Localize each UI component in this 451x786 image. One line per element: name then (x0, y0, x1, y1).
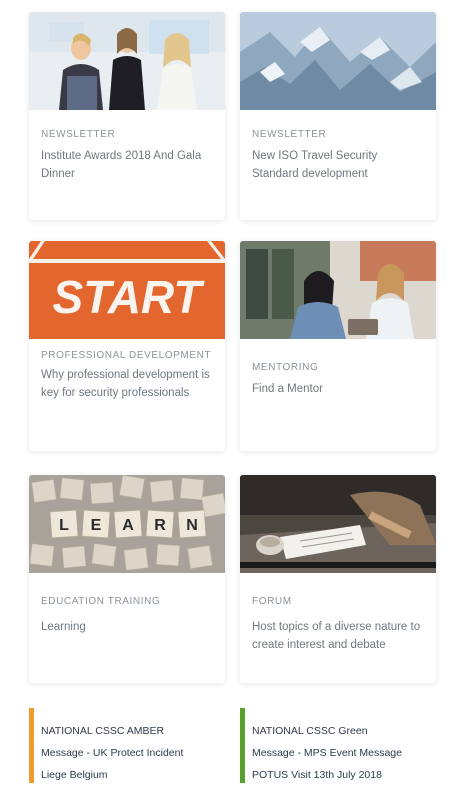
news-card-mentoring[interactable]: MENTORING Find a Mentor (240, 241, 436, 451)
learn-tile-letter: A (122, 517, 134, 534)
awards-photo-image (29, 12, 225, 110)
alert-green[interactable]: NATIONAL CSSC Green Message - MPS Event … (240, 708, 430, 783)
forum-photo[interactable] (240, 475, 436, 573)
learn-tiles-image: LEARN (29, 475, 225, 573)
news-card-forum[interactable]: FORUM Host topics of a diverse nature to… (240, 475, 436, 683)
news-card-professional-development[interactable]: START PROFESSIONAL DEVELOPMENT Why profe… (29, 241, 225, 451)
learn-tile-letter: N (186, 517, 198, 534)
alert-green-bar (240, 708, 245, 783)
alert-amber-bar (29, 708, 34, 783)
card-title[interactable]: Learning (41, 618, 213, 636)
alert-line: Message - MPS Event Message (252, 747, 402, 759)
learn-tile-letter: L (59, 517, 69, 534)
news-grid: NEWSLETTER Institute Awards 2018 And Gal… (0, 0, 451, 785)
card-title[interactable]: Host topics of a diverse nature to creat… (252, 618, 424, 654)
alert-line: NATIONAL CSSC AMBER (41, 725, 165, 737)
start-image-text: START (52, 271, 205, 323)
card-category: EDUCATION TRAINING (41, 596, 161, 607)
mentoring-image (240, 241, 436, 339)
card-title[interactable]: Why professional development is key for … (41, 366, 213, 402)
alert-amber[interactable]: NATIONAL CSSC AMBER Message - UK Protect… (29, 708, 219, 783)
card-category: NEWSLETTER (41, 129, 116, 140)
start-track-image: START (29, 241, 225, 339)
start-track-photo[interactable]: START (29, 241, 225, 339)
card-category: NEWSLETTER (252, 129, 327, 140)
iso-travel-photo[interactable] (240, 12, 436, 110)
card-title[interactable]: New ISO Travel Security Standard develop… (252, 147, 424, 183)
alert-line: Message - UK Protect Incident (41, 747, 184, 759)
card-title[interactable]: Institute Awards 2018 And Gala Dinner (41, 147, 213, 183)
news-card-education-training[interactable]: L E A R N EDUCATION TRAINING Learning (29, 475, 225, 683)
alert-line: NATIONAL CSSC Green (252, 725, 368, 737)
news-card-iso-travel[interactable]: NEWSLETTER New ISO Travel Security Stand… (240, 12, 436, 220)
mountain-aerial-image (240, 12, 436, 110)
card-category: PROFESSIONAL DEVELOPMENT (41, 350, 212, 361)
card-category: FORUM (252, 596, 292, 607)
card-title[interactable]: Find a Mentor (252, 380, 424, 398)
card-category: MENTORING (252, 362, 319, 373)
alert-amber-text[interactable]: NATIONAL CSSC AMBER Message - UK Protect… (41, 720, 219, 786)
news-card-awards[interactable]: NEWSLETTER Institute Awards 2018 And Gal… (29, 12, 225, 220)
alert-green-text[interactable]: NATIONAL CSSC Green Message - MPS Event … (252, 720, 430, 786)
learn-tiles-photo[interactable]: LEARN (29, 475, 225, 573)
forum-meeting-image (240, 475, 436, 573)
alert-line: Liege Belgium (41, 769, 108, 781)
mentoring-photo[interactable] (240, 241, 436, 339)
alert-line: POTUS Visit 13th July 2018 (252, 769, 382, 781)
learn-tile-letter: R (154, 517, 166, 534)
learn-tile-letter: E (91, 517, 102, 534)
awards-photo[interactable] (29, 12, 225, 110)
